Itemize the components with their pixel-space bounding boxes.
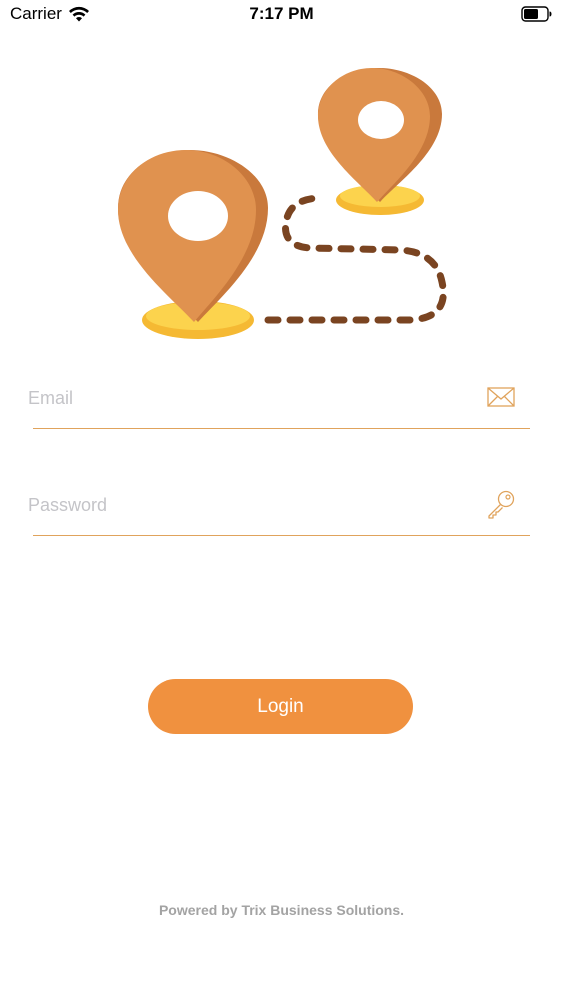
status-time: 7:17 PM (249, 4, 314, 23)
small-pin-icon (318, 68, 442, 202)
login-screen: Carrier 7:17 PM Email Login Powered by T… (0, 0, 563, 1000)
email-field-container (28, 370, 530, 430)
password-underline (33, 535, 530, 536)
envelope-icon (487, 387, 515, 407)
password-field-container (28, 477, 530, 537)
login-button[interactable]: Login (148, 679, 413, 734)
key-icon (488, 490, 515, 519)
route-path (264, 194, 447, 324)
email-input[interactable] (28, 380, 468, 416)
battery-icon (521, 6, 552, 22)
status-bar: Carrier 7:17 PM (0, 0, 563, 30)
password-input[interactable] (28, 487, 468, 523)
email-underline (33, 428, 530, 429)
large-pin-icon (118, 150, 268, 322)
powered-by-footer: Powered by Trix Business Solutions. (158, 902, 405, 918)
map-pins-route-illustration (118, 68, 447, 339)
